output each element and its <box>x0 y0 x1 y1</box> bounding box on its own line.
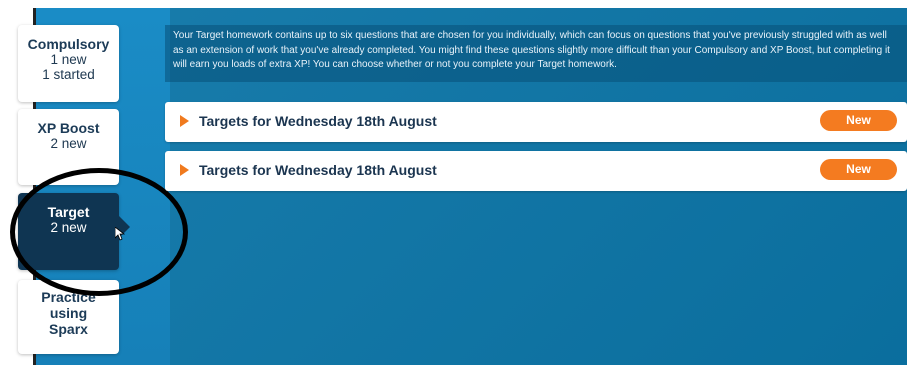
expand-triangle-icon <box>180 164 189 176</box>
sidebar-item-title: Target <box>47 204 90 220</box>
sidebar-item-xp-boost[interactable]: XP Boost 2 new <box>18 109 119 185</box>
sidebar-item-compulsory[interactable]: Compulsory 1 new 1 started <box>18 25 119 102</box>
target-row[interactable]: Targets for Wednesday 18th August New <box>165 102 907 142</box>
target-row-label: Targets for Wednesday 18th August <box>199 113 437 129</box>
new-badge: New <box>820 159 897 180</box>
sidebar-item-status: 2 new <box>50 220 87 235</box>
new-badge: New <box>820 110 897 131</box>
sidebar-item-title: XP Boost <box>37 120 100 136</box>
sidebar-item-status: 2 new <box>50 136 87 151</box>
target-row[interactable]: Targets for Wednesday 18th August New <box>165 151 907 191</box>
target-info-banner: Your Target homework contains up to six … <box>165 25 907 82</box>
sidebar-item-status: 1 started <box>42 67 95 82</box>
sidebar-item-practice[interactable]: Practice using Sparx <box>18 280 119 354</box>
target-row-label: Targets for Wednesday 18th August <box>199 162 437 178</box>
sidebar-item-title: Compulsory <box>27 36 110 52</box>
expand-triangle-icon <box>180 115 189 127</box>
active-tile-pointer-icon <box>119 216 130 238</box>
sidebar-item-target[interactable]: Target 2 new <box>18 193 119 270</box>
sidebar-item-status: 1 new <box>50 52 87 67</box>
sidebar-item-title: Practice using Sparx <box>41 289 96 337</box>
